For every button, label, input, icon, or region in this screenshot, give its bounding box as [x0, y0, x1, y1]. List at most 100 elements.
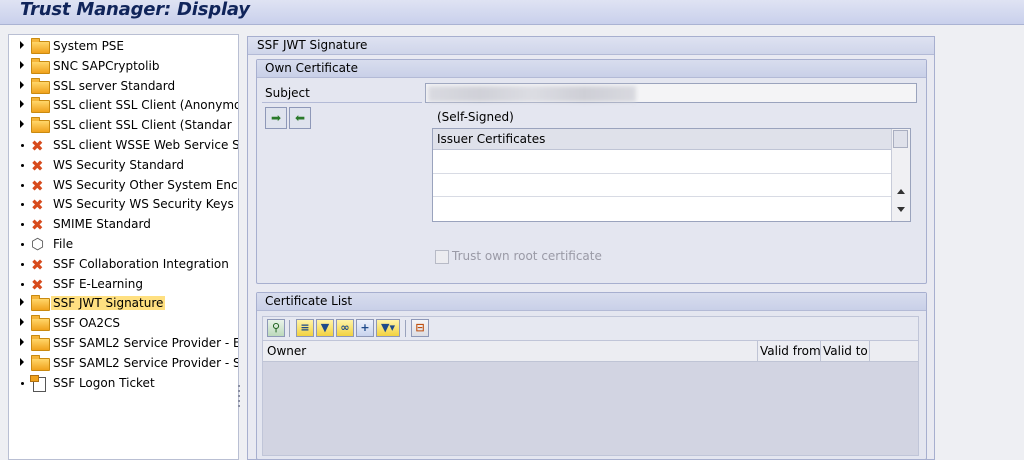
- expand-arrow-icon[interactable]: [20, 120, 24, 129]
- folder-icon: [31, 117, 50, 134]
- tree-item[interactable]: ✖ WS Security WS Security Keys: [9, 195, 238, 214]
- import-icon: ➡: [270, 111, 282, 125]
- column-divider[interactable]: [757, 341, 758, 361]
- tree-item[interactable]: ✖ WS Security Standard: [9, 156, 238, 175]
- issuer-certificates-table[interactable]: Issuer Certificates: [432, 128, 911, 222]
- folder-icon: [31, 57, 50, 74]
- export-certificate-button[interactable]: ⬅: [289, 107, 311, 129]
- folder-icon: [31, 354, 50, 371]
- expand-arrow-icon[interactable]: [20, 60, 24, 69]
- funnel-dropdown-icon: ▼▾: [381, 321, 395, 334]
- tree-item[interactable]: SSL server Standard: [9, 77, 238, 96]
- error-x-icon: ✖: [31, 156, 44, 175]
- tree-item[interactable]: SSF JWT Signature: [9, 294, 238, 313]
- tree-item[interactable]: ⬡ File: [9, 235, 238, 254]
- leaf-bullet-icon: [21, 243, 24, 246]
- tree-item[interactable]: SSL client SSL Client (Standar: [9, 116, 238, 135]
- toolbar-separator: [289, 320, 290, 337]
- scroll-up-icon[interactable]: [897, 189, 905, 194]
- tree-item-label: SSL client WSSE Web Service Se: [53, 138, 239, 152]
- tree-item[interactable]: SSF SAML2 Service Provider - S: [9, 354, 238, 373]
- tree-item[interactable]: SSF SAML2 Service Provider - E: [9, 334, 238, 353]
- issuer-scrollbar[interactable]: [891, 129, 910, 221]
- table-row[interactable]: [433, 151, 891, 174]
- binoculars-icon: ∞: [340, 321, 350, 334]
- expand-arrow-icon[interactable]: [20, 298, 24, 307]
- filter-button[interactable]: ▼: [316, 319, 334, 337]
- tree-item[interactable]: ✖ SSF E-Learning: [9, 275, 238, 294]
- scrollbar-column-button[interactable]: [893, 130, 908, 148]
- tree-item-label: SSF SAML2 Service Provider - E: [53, 336, 239, 350]
- column-divider[interactable]: [869, 341, 870, 361]
- remove-certificate-button[interactable]: ⊟: [411, 319, 429, 337]
- details-button[interactable]: ⚲: [267, 319, 285, 337]
- trust-own-root-label: Trust own root certificate: [452, 249, 602, 263]
- own-certificate-title: Own Certificate: [257, 60, 926, 78]
- tree-item[interactable]: ✖ SSL client WSSE Web Service Se: [9, 136, 238, 155]
- folder-icon: [31, 315, 50, 332]
- expand-arrow-icon[interactable]: [20, 41, 24, 49]
- find-next-button[interactable]: +: [356, 319, 374, 337]
- tree-item-label: File: [53, 237, 74, 251]
- subject-value-redacted: [428, 86, 636, 102]
- expand-arrow-icon[interactable]: [20, 80, 24, 89]
- column-valid-to[interactable]: Valid to: [823, 344, 868, 358]
- leaf-bullet-icon: [21, 183, 24, 187]
- file-icon: ⬡: [31, 235, 45, 253]
- window-title: Trust Manager: Display: [20, 0, 250, 20]
- tree-item-label: SSF Logon Ticket: [53, 375, 155, 390]
- certificate-list-toolbar: ⚲ ≡ ▼ ∞ + ▼▾ ⊟: [262, 316, 919, 342]
- folder-icon: [31, 38, 50, 54]
- certificate-list-header: Owner Valid from Valid to: [263, 341, 918, 362]
- tree-item-label: SSF Collaboration Integration: [53, 256, 229, 271]
- leaf-bullet-icon: [21, 144, 24, 147]
- expand-arrow-icon[interactable]: [20, 318, 24, 327]
- table-row[interactable]: [433, 197, 891, 219]
- error-x-icon: ✖: [31, 255, 44, 274]
- tree-item-label: SSL client SSL Client (Anonymo: [53, 98, 239, 113]
- error-x-icon: ✖: [31, 275, 44, 294]
- error-x-icon: ✖: [31, 216, 44, 235]
- tree-item-label: SSL client SSL Client (Standar: [53, 118, 232, 133]
- certificate-list-table[interactable]: Owner Valid from Valid to: [262, 340, 919, 456]
- tree-item[interactable]: SNC SAPCryptolib: [9, 57, 238, 76]
- table-row[interactable]: [433, 174, 891, 197]
- main-panel-title: SSF JWT Signature: [248, 37, 934, 55]
- tree-item-label: WS Security Standard: [53, 157, 184, 172]
- set-filter-button[interactable]: ▼▾: [376, 319, 400, 337]
- leaf-bullet-icon: [21, 381, 24, 385]
- self-signed-label: (Self-Signed): [437, 110, 514, 124]
- tree-item-label: SSF E-Learning: [53, 276, 143, 291]
- scroll-down-icon[interactable]: [897, 207, 905, 212]
- remove-icon: ⊟: [415, 321, 425, 334]
- sort-ascending-button[interactable]: ≡: [296, 319, 314, 337]
- find-button[interactable]: ∞: [336, 319, 354, 337]
- details-icon: ⚲: [271, 321, 281, 334]
- tree-item[interactable]: System PSE: [9, 37, 238, 56]
- leaf-bullet-icon: [21, 262, 24, 266]
- expand-arrow-icon[interactable]: [20, 357, 24, 366]
- column-valid-from[interactable]: Valid from: [760, 344, 821, 358]
- leaf-bullet-icon: [21, 282, 24, 286]
- column-divider[interactable]: [820, 341, 821, 361]
- pse-tree[interactable]: System PSE SNC SAPCryptolib SSL server Sta…: [8, 34, 239, 460]
- filter-icon: ▼: [320, 321, 330, 334]
- tree-item[interactable]: ✖ SSF Collaboration Integration: [9, 255, 238, 274]
- tree-item[interactable]: ✖ WS Security Other System Encr: [9, 176, 238, 195]
- tree-item-label: SSF JWT Signature: [51, 296, 166, 311]
- expand-arrow-icon[interactable]: [20, 338, 24, 346]
- export-icon: ⬅: [294, 111, 306, 125]
- splitter-handle[interactable]: [237, 382, 241, 422]
- tree-item[interactable]: SSL client SSL Client (Anonymo: [9, 96, 238, 115]
- expand-arrow-icon[interactable]: [20, 100, 24, 109]
- trust-own-root-checkbox[interactable]: [435, 250, 449, 264]
- tree-item-label: SMIME Standard: [53, 217, 151, 232]
- column-owner[interactable]: Owner: [267, 344, 306, 358]
- title-bar: Trust Manager: Display: [0, 0, 1024, 25]
- tree-item[interactable]: SSF Logon Ticket: [9, 374, 238, 393]
- tree-item[interactable]: SSF OA2CS: [9, 314, 238, 333]
- tree-item-label: SSL server Standard: [53, 78, 176, 93]
- import-certificate-button[interactable]: ➡: [265, 107, 287, 129]
- error-x-icon: ✖: [31, 176, 44, 195]
- tree-item[interactable]: ✖ SMIME Standard: [9, 215, 238, 234]
